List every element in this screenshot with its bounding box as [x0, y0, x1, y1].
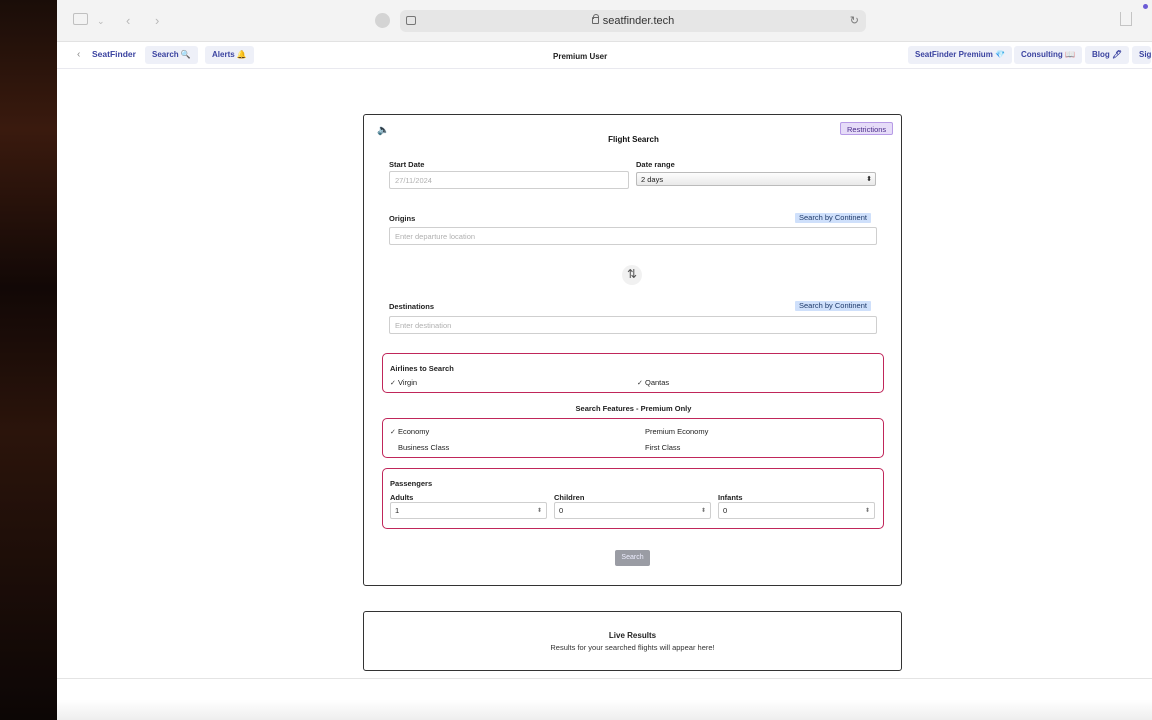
url-text: seatfinder.tech	[602, 15, 675, 27]
cabin-checkbox-first[interactable]: First Class	[637, 443, 680, 452]
stepper-arrows-icon: ⬍	[700, 508, 706, 514]
airlines-heading: Airlines to Search	[390, 364, 454, 373]
cabin-checkbox-economy[interactable]: ✓ Economy	[390, 427, 429, 436]
date-range-label: Date range	[636, 160, 675, 169]
signin-nav-button[interactable]: Sig	[1132, 46, 1152, 64]
stepper-arrows-icon: ⬍	[536, 508, 542, 514]
features-heading: Search Features - Premium Only	[575, 404, 692, 413]
restrictions-button[interactable]: Restrictions	[840, 122, 894, 135]
browser-toolbar: ⌄ ‹ › seatfinder.tech ↻	[57, 0, 1152, 42]
date-range-value: 2 days	[641, 175, 664, 184]
cabins-box: ✓ Economy Premium Economy Business Class …	[382, 418, 884, 458]
site-navbar: ‹ SeatFinder Search 🔍 Alerts 🔔 Premium U…	[57, 42, 1152, 69]
adults-stepper[interactable]: 1 ⬍	[390, 502, 547, 519]
footer-area	[57, 700, 1152, 720]
forward-icon[interactable]: ›	[155, 13, 159, 29]
reload-icon[interactable]: ↻	[850, 10, 859, 32]
stepper-arrows-icon: ⬍	[864, 508, 870, 514]
desktop-background	[0, 0, 57, 720]
address-bar[interactable]: seatfinder.tech ↻	[400, 10, 866, 32]
airline-checkbox-qantas[interactable]: ✓ Qantas	[637, 378, 669, 387]
children-label: Children	[554, 493, 585, 502]
airlines-box: Airlines to Search ✓ Virgin ✓ Qantas	[382, 353, 884, 393]
check-icon: ✓	[390, 380, 396, 387]
origins-label: Origins	[389, 214, 416, 223]
passengers-heading: Passengers	[390, 479, 433, 488]
live-results-card: Live Results Results for your searched f…	[363, 611, 902, 671]
swap-icon[interactable]: ⇅	[622, 265, 642, 285]
live-results-title: Live Results	[608, 631, 657, 640]
passengers-box: Passengers Adults 1 ⬍ Children 0 ⬍ Infants…	[382, 468, 884, 529]
cabin-checkbox-business[interactable]: Business Class	[390, 443, 449, 452]
blog-nav-button[interactable]: Blog 🖊	[1085, 46, 1130, 64]
search-nav-button[interactable]: Search 🔍	[145, 46, 198, 64]
start-date-input[interactable]: 27/11/2024	[389, 171, 629, 189]
user-status-label: Premium User	[553, 52, 608, 61]
destinations-continent-button[interactable]: Search by Continent	[795, 301, 871, 311]
flight-search-card: 🔈 Restrictions Flight Search Start Date …	[363, 114, 902, 586]
page-settings-icon[interactable]	[406, 16, 416, 25]
lock-icon	[591, 14, 600, 24]
infants-stepper[interactable]: 0 ⬍	[718, 502, 875, 519]
infants-label: Infants	[718, 493, 743, 502]
check-icon: ✓	[637, 380, 643, 387]
extension-icon[interactable]	[375, 13, 390, 28]
sidebar-toggle-icon[interactable]	[73, 13, 88, 25]
consulting-nav-button[interactable]: Consulting 📖	[1014, 46, 1082, 64]
cabin-checkbox-premium-economy[interactable]: Premium Economy	[637, 427, 708, 436]
check-icon: ✓	[390, 429, 396, 436]
destinations-label: Destinations	[389, 302, 435, 311]
start-date-label: Start Date	[389, 160, 425, 169]
browser-window: ⌄ ‹ › seatfinder.tech ↻ ‹ SeatFinder Sea…	[57, 0, 1152, 720]
share-icon[interactable]	[1120, 12, 1132, 26]
notification-dot-icon	[1143, 4, 1148, 9]
live-results-message: Results for your searched flights will a…	[550, 643, 715, 652]
alerts-nav-button[interactable]: Alerts 🔔	[205, 46, 254, 64]
chevron-down-icon[interactable]: ⌄	[97, 13, 105, 29]
back-icon[interactable]: ‹	[126, 13, 130, 29]
form-title: Flight Search	[608, 135, 659, 144]
destinations-input[interactable]: Enter destination	[389, 316, 877, 334]
airline-checkbox-virgin[interactable]: ✓ Virgin	[390, 378, 417, 387]
brand-link[interactable]: SeatFinder	[92, 49, 136, 59]
origins-continent-button[interactable]: Search by Continent	[795, 213, 871, 223]
adults-label: Adults	[390, 493, 414, 502]
origins-input[interactable]: Enter departure location	[389, 227, 877, 245]
select-arrows-icon: ⬍	[866, 176, 872, 183]
divider	[57, 678, 1152, 679]
date-range-select[interactable]: 2 days ⬍	[636, 172, 876, 186]
chevron-left-icon[interactable]: ‹	[77, 49, 80, 60]
premium-nav-button[interactable]: SeatFinder Premium 💎	[908, 46, 1012, 64]
children-stepper[interactable]: 0 ⬍	[554, 502, 711, 519]
search-button[interactable]: Search	[615, 550, 650, 566]
